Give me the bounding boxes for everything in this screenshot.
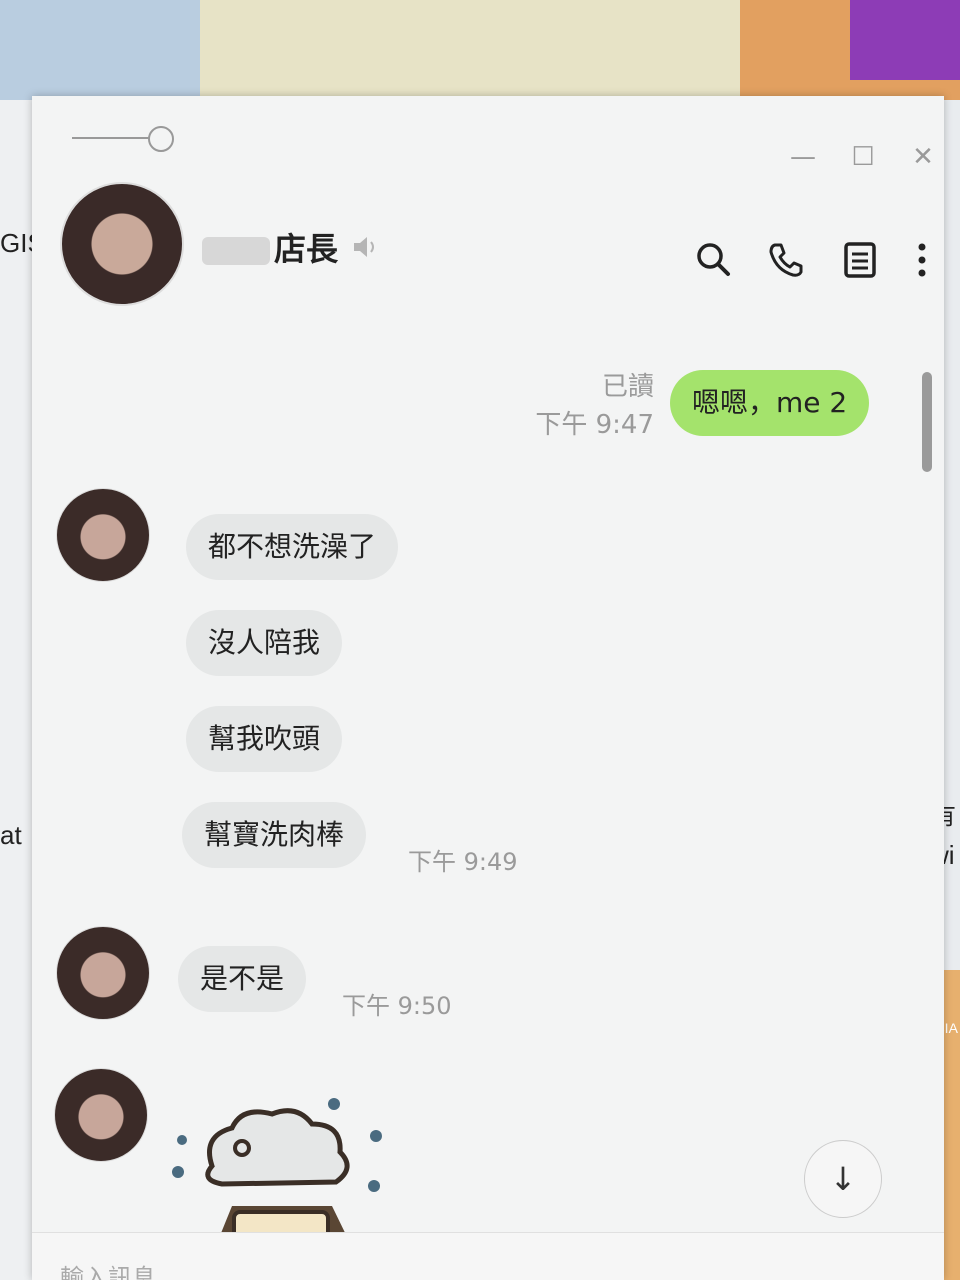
handle-knob bbox=[148, 126, 174, 152]
speaker-icon[interactable] bbox=[350, 232, 380, 262]
my-message-bubble[interactable]: 嗯嗯，me 2 bbox=[670, 370, 870, 436]
background-map-middle bbox=[200, 0, 740, 100]
read-receipt: 已讀 bbox=[601, 372, 654, 402]
background-map-left bbox=[0, 0, 200, 100]
window-drag-handle[interactable] bbox=[72, 126, 174, 152]
received-message-bubble[interactable]: 都不想洗澡了 bbox=[186, 514, 399, 580]
chat-title: 店長 bbox=[202, 224, 338, 270]
background-text: at bbox=[0, 820, 22, 850]
received-message-bubble[interactable]: 是不是 bbox=[178, 946, 307, 1012]
notes-icon[interactable] bbox=[840, 240, 880, 280]
scrollbar-thumb[interactable] bbox=[922, 372, 932, 472]
sender-avatar[interactable] bbox=[56, 488, 150, 582]
sender-avatar[interactable] bbox=[54, 1068, 148, 1162]
message-time: 下午 9:47 bbox=[535, 410, 654, 440]
sender-avatar[interactable] bbox=[56, 926, 150, 1020]
handle-line bbox=[72, 137, 150, 139]
chat-window: — ☐ ✕ 店長 已讀 下午 9:47 嗯嗯，me 2 都不想洗澡了 沒人陪我 … bbox=[32, 96, 944, 1280]
background-map-region bbox=[850, 0, 960, 80]
message-input-placeholder: 輸入訊息 bbox=[60, 1264, 156, 1280]
message-time: 下午 9:49 bbox=[408, 848, 518, 876]
background-left-page bbox=[0, 100, 32, 1280]
phone-icon[interactable] bbox=[766, 240, 806, 280]
received-message-bubble[interactable]: 幫寶洗肉棒 bbox=[182, 802, 367, 868]
message-input-bar[interactable] bbox=[32, 1232, 944, 1280]
more-icon[interactable] bbox=[902, 240, 942, 280]
minimize-button[interactable]: — bbox=[788, 142, 818, 172]
contact-avatar[interactable] bbox=[60, 182, 184, 306]
search-icon[interactable] bbox=[694, 240, 734, 280]
maximize-button[interactable]: ☐ bbox=[848, 142, 878, 172]
close-button[interactable]: ✕ bbox=[908, 142, 938, 172]
received-message-bubble[interactable]: 幫我吹頭 bbox=[186, 706, 343, 772]
message-time: 下午 9:50 bbox=[342, 992, 452, 1020]
blurred-name bbox=[202, 237, 270, 265]
scroll-to-bottom-button[interactable]: ↓ bbox=[804, 1140, 882, 1218]
received-message-bubble[interactable]: 沒人陪我 bbox=[186, 610, 343, 676]
chat-title-text: 店長 bbox=[274, 230, 339, 268]
